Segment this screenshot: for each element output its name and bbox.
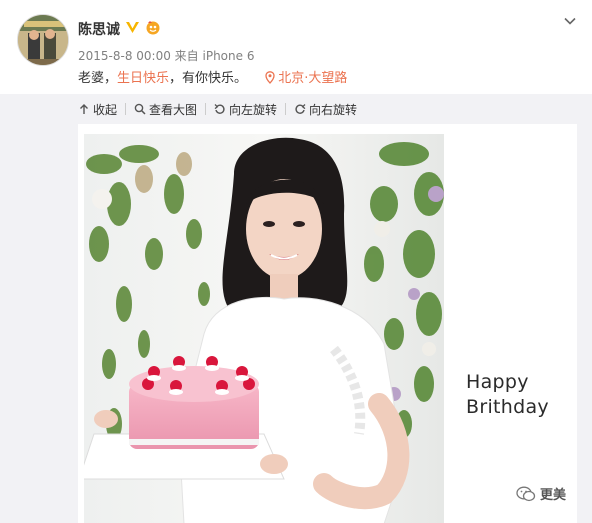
rotate-right-button[interactable]: 向右旋转 (294, 101, 357, 118)
location-pin-icon (265, 71, 275, 84)
image-toolbar: 收起 查看大图 向左旋转 向右旋转 (78, 100, 357, 118)
collapse-button[interactable]: 收起 (78, 101, 117, 118)
post-text-prefix: 老婆， (78, 71, 118, 86)
watermark-label: 更美 (540, 488, 567, 503)
greeting-line-1: Happy (466, 371, 529, 393)
post-text-suffix: ，有你快乐。 (169, 71, 248, 86)
post-photo[interactable] (84, 134, 444, 523)
post-meta: 2015-8-8 00:00 来自 iPhone 6 (78, 49, 255, 63)
greeting-line-2: Brithday (466, 396, 549, 418)
rotate-right-icon (295, 104, 306, 114)
rotate-left-button[interactable]: 向左旋转 (214, 101, 277, 118)
rotate-left-icon (214, 104, 225, 114)
author-avatar[interactable] (17, 14, 69, 66)
author-name[interactable]: 陈思诚 (78, 19, 120, 39)
wechat-icon (516, 486, 536, 501)
verified-icon (126, 22, 139, 33)
image-card[interactable]: Happy Brithday 更美 (78, 124, 577, 523)
rotate-right-label: 向右旋转 (309, 102, 358, 117)
magnifier-icon (134, 103, 146, 115)
media-panel: 收起 查看大图 向左旋转 向右旋转 Happy Brithday 更美 (0, 94, 592, 523)
collapse-icon (80, 104, 88, 114)
location-label: 北京·大望路 (278, 71, 348, 86)
view-large-button[interactable]: 查看大图 (134, 101, 197, 118)
toolbar-divider (205, 103, 207, 115)
greeting-text: Happy Brithday (466, 370, 549, 420)
post-text: 老婆，生日快乐，有你快乐。 北京·大望路 (78, 67, 347, 86)
toolbar-divider (285, 103, 287, 115)
post-header: 陈思诚 2015-8-8 00:00 来自 iPhone 6 老婆，生日快乐，有… (0, 0, 592, 94)
view-large-label: 查看大图 (149, 102, 198, 117)
watermark: 更美 (516, 484, 566, 503)
rotate-left-label: 向左旋转 (229, 102, 278, 117)
location-link[interactable]: 北京·大望路 (265, 71, 347, 86)
birthday-link[interactable]: 生日快乐 (117, 71, 169, 86)
member-badge-icon[interactable] (145, 20, 161, 35)
collapse-label: 收起 (93, 102, 118, 117)
toolbar-divider (125, 103, 127, 115)
chevron-down-icon[interactable] (563, 14, 577, 28)
